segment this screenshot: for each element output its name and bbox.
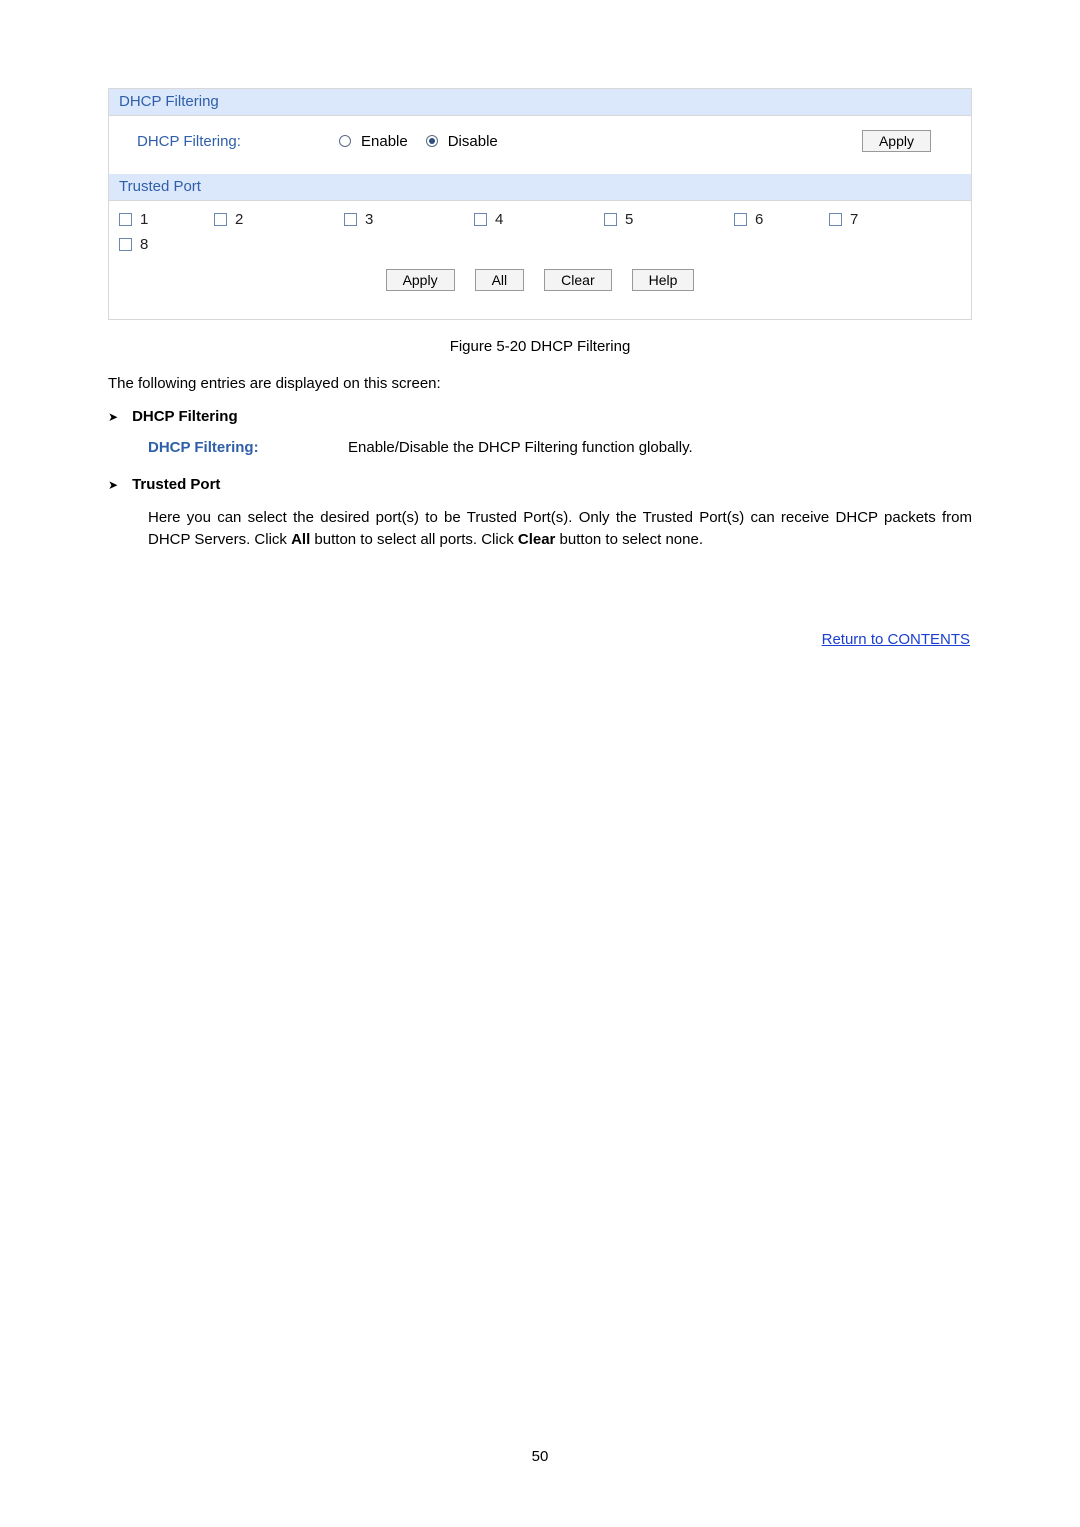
radio-enable[interactable] xyxy=(339,135,351,147)
apply-button-dhcp[interactable]: Apply xyxy=(862,130,931,152)
section-title-trusted-port: Trusted Port xyxy=(109,174,971,201)
port-label: 8 xyxy=(140,236,148,253)
port-checkbox-1[interactable] xyxy=(119,213,132,226)
text-segment: button to select none. xyxy=(555,531,703,548)
text-bold-all: All xyxy=(291,531,310,548)
port-label: 5 xyxy=(625,211,633,228)
port-cell-4: 4 xyxy=(474,207,604,232)
port-label: 6 xyxy=(755,211,763,228)
all-button[interactable]: All xyxy=(475,269,525,291)
term-dhcp-filtering: DHCP Filtering: Enable/Disable the DHCP … xyxy=(108,439,972,456)
port-label: 2 xyxy=(235,211,243,228)
port-checkbox-6[interactable] xyxy=(734,213,747,226)
clear-button[interactable]: Clear xyxy=(544,269,611,291)
port-checkbox-2[interactable] xyxy=(214,213,227,226)
ports-grid: 1 2 3 4 5 xyxy=(119,207,961,257)
port-checkbox-7[interactable] xyxy=(829,213,842,226)
dhcp-filtering-radio-group: Enable Disable xyxy=(339,133,498,150)
port-cell-7: 7 xyxy=(829,207,924,232)
arrow-icon: ➤ xyxy=(108,410,118,424)
intro-text: The following entries are displayed on t… xyxy=(108,373,972,394)
port-checkbox-4[interactable] xyxy=(474,213,487,226)
page-number: 50 xyxy=(0,1448,1080,1465)
dhcp-filtering-panel: DHCP Filtering DHCP Filtering: Enable Di… xyxy=(108,88,972,320)
port-label: 1 xyxy=(140,211,148,228)
trusted-port-description: Here you can select the desired port(s) … xyxy=(108,507,972,551)
bullet-dhcp-filtering: ➤ DHCP Filtering xyxy=(108,408,972,425)
trusted-port-buttons: Apply All Clear Help xyxy=(119,257,961,311)
port-checkbox-3[interactable] xyxy=(344,213,357,226)
help-button[interactable]: Help xyxy=(632,269,695,291)
port-label: 4 xyxy=(495,211,503,228)
section-title-dhcp-filtering: DHCP Filtering xyxy=(109,89,971,116)
bullet-text: Trusted Port xyxy=(132,476,220,493)
return-to-contents-link[interactable]: Return to CONTENTS xyxy=(822,631,970,648)
port-checkbox-8[interactable] xyxy=(119,238,132,251)
apply-button-ports[interactable]: Apply xyxy=(386,269,455,291)
port-label: 3 xyxy=(365,211,373,228)
port-cell-6: 6 xyxy=(734,207,829,232)
dhcp-filtering-row: DHCP Filtering: Enable Disable Apply xyxy=(109,116,971,174)
text-segment: button to select all ports. Click xyxy=(310,531,518,548)
text-bold-clear: Clear xyxy=(518,531,556,548)
port-cell-5: 5 xyxy=(604,207,734,232)
port-label: 7 xyxy=(850,211,858,228)
bullet-text: DHCP Filtering xyxy=(132,408,238,425)
figure-caption: Figure 5-20 DHCP Filtering xyxy=(108,338,972,355)
dhcp-filtering-label: DHCP Filtering: xyxy=(119,133,339,150)
port-cell-3: 3 xyxy=(344,207,474,232)
bullet-trusted-port: ➤ Trusted Port xyxy=(108,476,972,493)
port-checkbox-5[interactable] xyxy=(604,213,617,226)
arrow-icon: ➤ xyxy=(108,478,118,492)
term-desc: Enable/Disable the DHCP Filtering functi… xyxy=(348,439,972,456)
radio-disable[interactable] xyxy=(426,135,438,147)
radio-enable-label: Enable xyxy=(361,133,408,150)
trusted-port-area: 1 2 3 4 5 xyxy=(109,201,971,319)
port-cell-8: 8 xyxy=(119,232,249,257)
port-cell-1: 1 xyxy=(119,207,214,232)
radio-disable-label: Disable xyxy=(448,133,498,150)
port-cell-2: 2 xyxy=(214,207,344,232)
term-label: DHCP Filtering: xyxy=(148,439,348,456)
